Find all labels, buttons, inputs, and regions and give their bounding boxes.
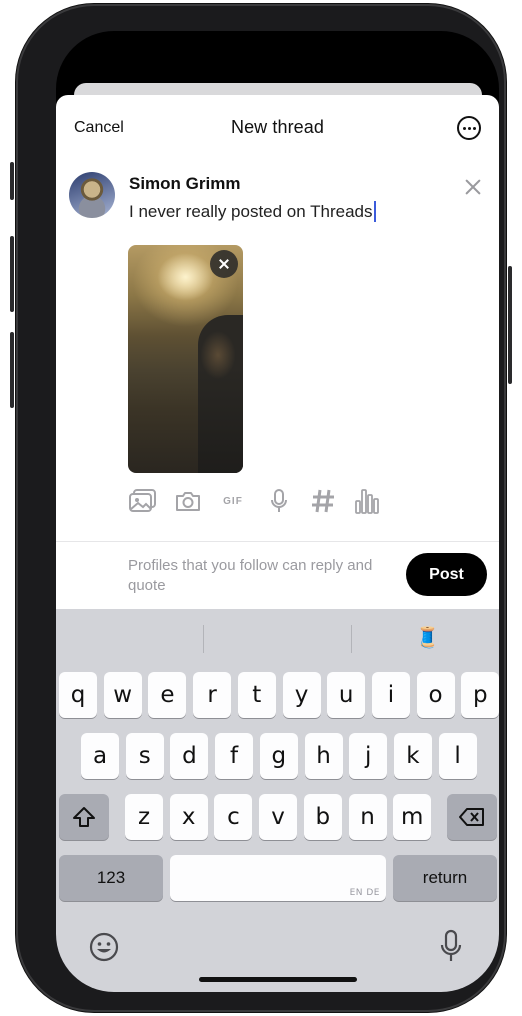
key-s[interactable]: s (125, 733, 164, 779)
return-key[interactable]: return (393, 855, 497, 901)
key-t[interactable]: t (237, 672, 276, 718)
suggestion-divider (203, 625, 204, 653)
key-x[interactable]: x (169, 794, 208, 840)
new-thread-modal: Cancel New thread Simon Grimm I never re… (56, 95, 499, 615)
avatar[interactable] (69, 172, 115, 218)
text-caret (373, 201, 376, 222)
phone-frame: Cancel New thread Simon Grimm I never re… (10, 4, 512, 1012)
key-d[interactable]: d (170, 733, 209, 779)
key-c[interactable]: c (214, 794, 253, 840)
key-a[interactable]: a (81, 733, 119, 779)
key-u[interactable]: u (327, 672, 366, 718)
image-icon[interactable] (128, 486, 158, 516)
key-w[interactable]: w (103, 672, 142, 718)
key-l[interactable]: l (438, 733, 477, 779)
suggestion-emoji[interactable]: 🧵 (415, 626, 440, 650)
key-h[interactable]: h (304, 733, 343, 779)
keyboard: 🧵 qwertyuiop asdfghjkl zxcvbnm 123 EN DE… (56, 609, 499, 992)
side-button-mute (10, 162, 14, 200)
shift-icon (73, 807, 95, 827)
key-b[interactable]: b (303, 794, 342, 840)
reply-permission-hint[interactable]: Profiles that you follow can reply and q… (128, 556, 388, 596)
remove-photo-button[interactable] (210, 250, 238, 278)
gif-label: GIF (223, 495, 243, 507)
screen: Cancel New thread Simon Grimm I never re… (56, 31, 499, 992)
backspace-icon (459, 808, 484, 826)
key-k[interactable]: k (393, 733, 432, 779)
thread-text-input[interactable]: I never really posted on Threads (129, 201, 376, 222)
key-f[interactable]: f (215, 733, 254, 779)
photo-subject (198, 315, 243, 473)
key-r[interactable]: r (193, 672, 232, 718)
username: Simon Grimm (129, 174, 241, 193)
shift-key[interactable] (59, 794, 109, 840)
key-o[interactable]: o (416, 672, 455, 718)
key-y[interactable]: y (282, 672, 321, 718)
attached-photo[interactable] (128, 245, 243, 473)
space-key[interactable]: EN DE (170, 855, 386, 901)
post-button[interactable]: Post (406, 553, 487, 596)
key-g[interactable]: g (259, 733, 298, 779)
delete-key[interactable] (447, 794, 497, 840)
side-button-volume-down (10, 332, 14, 408)
key-e[interactable]: e (148, 672, 187, 718)
close-icon[interactable] (462, 176, 484, 198)
key-j[interactable]: j (349, 733, 388, 779)
divider (56, 541, 499, 542)
home-indicator (199, 977, 357, 982)
key-v[interactable]: v (259, 794, 298, 840)
page-title: New thread (230, 117, 325, 137)
key-n[interactable]: n (348, 794, 387, 840)
key-q[interactable]: q (59, 672, 97, 718)
side-button-power (508, 266, 512, 384)
key-p[interactable]: p (461, 672, 499, 718)
microphone-icon[interactable] (264, 486, 294, 516)
key-z[interactable]: z (125, 794, 163, 840)
key-i[interactable]: i (371, 672, 410, 718)
side-button-volume-up (10, 236, 14, 312)
hashtag-icon[interactable] (308, 486, 338, 516)
key-m[interactable]: m (393, 794, 432, 840)
numbers-key[interactable]: 123 (59, 855, 163, 901)
thread-text-value: I never really posted on Threads (129, 201, 373, 221)
more-options-icon[interactable] (457, 116, 481, 140)
poll-icon[interactable] (352, 486, 382, 516)
dictation-icon[interactable] (439, 929, 463, 965)
emoji-key-icon[interactable] (88, 931, 120, 963)
gif-icon[interactable]: GIF (218, 486, 248, 516)
camera-icon[interactable] (173, 486, 203, 516)
space-language-label: EN DE (349, 888, 380, 898)
suggestion-divider (351, 625, 352, 653)
